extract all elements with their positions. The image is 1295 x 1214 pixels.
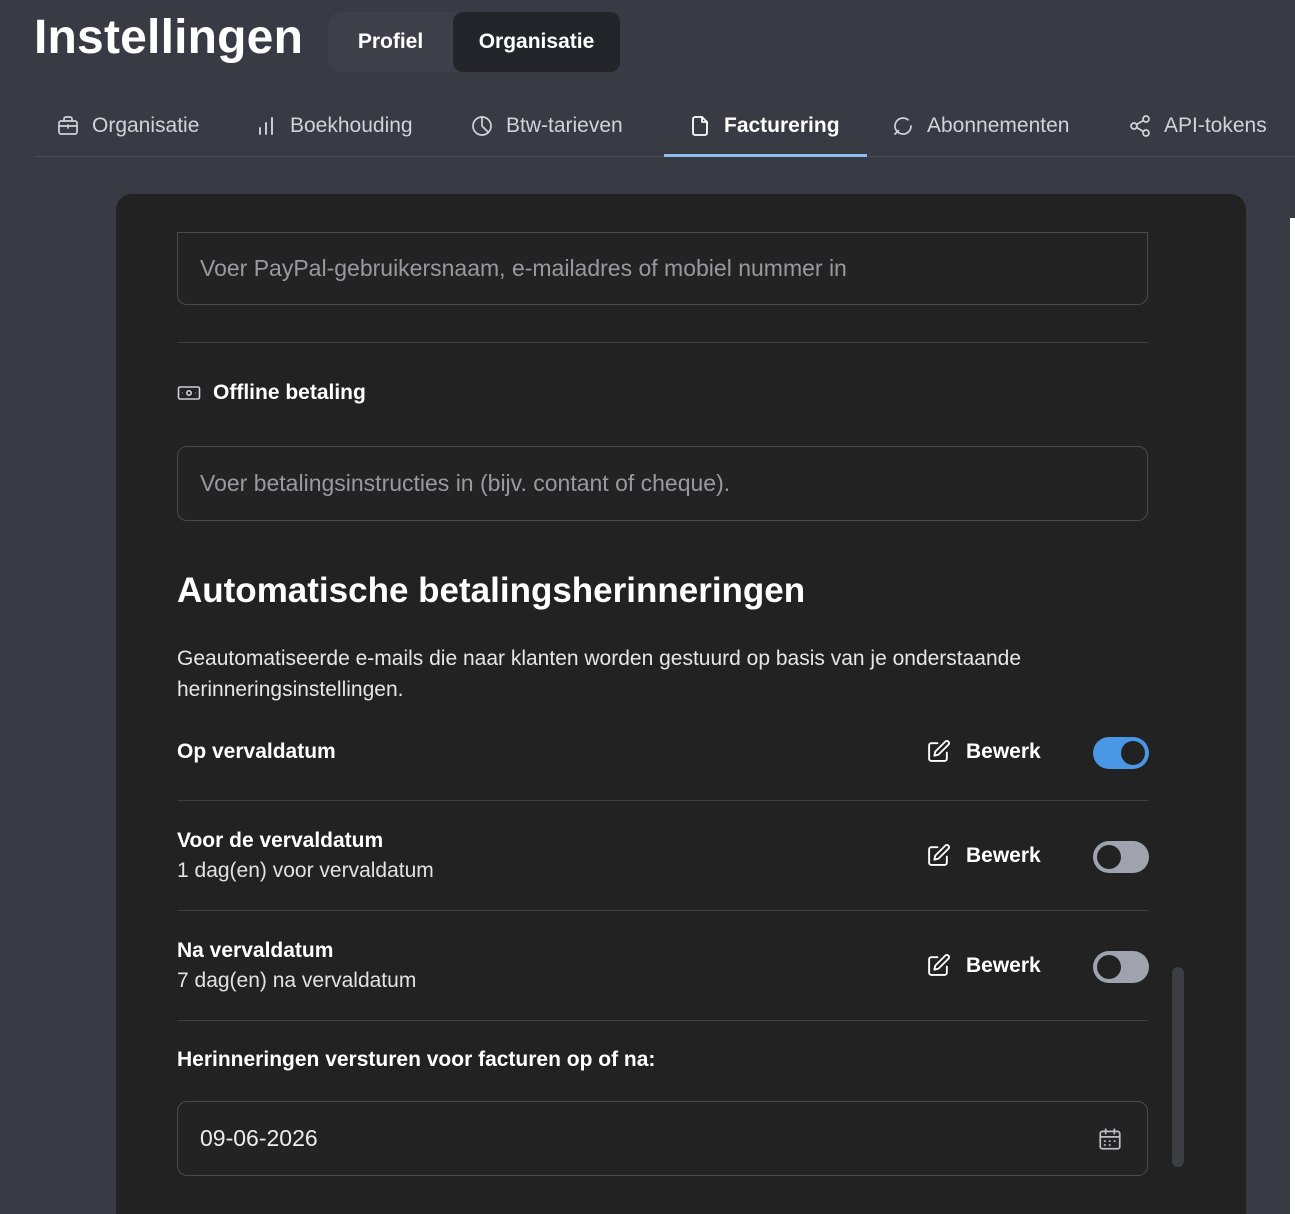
top-tab-bar: Profiel Organisatie: [328, 12, 620, 72]
divider: [177, 342, 1148, 343]
edit-label: Bewerk: [966, 843, 1041, 867]
cash-icon: [177, 386, 201, 400]
nav-tab-subscriptions[interactable]: Abonnementen: [891, 94, 1069, 157]
toggle-knob: [1121, 741, 1145, 765]
edit-reminder-button[interactable]: Bewerk: [926, 739, 1041, 764]
divider: [177, 800, 1148, 801]
reminder-title: Voor de vervaldatum: [177, 829, 384, 852]
active-tab-indicator: [664, 154, 867, 157]
nav-tab-label: Facturering: [724, 113, 840, 137]
settings-page: Instellingen Profiel Organisatie Organis…: [0, 0, 1295, 1214]
nav-tab-organisation[interactable]: Organisatie: [56, 94, 199, 157]
briefcase-icon: [58, 115, 78, 135]
offline-payment-title: Offline betaling: [213, 381, 366, 404]
reminder-toggle[interactable]: [1093, 737, 1149, 769]
date-value: 09-06-2026: [200, 1125, 318, 1151]
nav-tab-label: API-tokens: [1164, 113, 1267, 137]
share-icon: [1130, 114, 1150, 137]
edit-icon: [928, 844, 950, 866]
nav-tab-label: Btw-tarieven: [506, 113, 623, 137]
toggle-knob: [1097, 955, 1121, 979]
nav-tab-accounting[interactable]: Boekhouding: [254, 94, 413, 157]
tab-organisation[interactable]: Organisatie: [453, 12, 620, 72]
document-icon: [692, 115, 708, 136]
tab-profile[interactable]: Profiel: [328, 12, 453, 72]
offline-payment-instructions-input[interactable]: Voer betalingsinstructies in (bijv. cont…: [177, 446, 1148, 521]
nav-tab-label: Organisatie: [92, 113, 200, 137]
nav-tab-label: Abonnementen: [927, 113, 1070, 137]
divider: [177, 910, 1148, 911]
nav-tab-api-tokens[interactable]: API-tokens: [1128, 94, 1267, 157]
settings-nav-tabs: Organisatie Boekhouding Btw-tarieven Fac…: [34, 94, 1295, 157]
calendar-icon[interactable]: [1097, 1126, 1123, 1152]
edit-icon: [928, 954, 950, 976]
reminder-subtitle: 7 dag(en) na vervaldatum: [177, 969, 417, 992]
reminder-title: Op vervaldatum: [177, 740, 336, 763]
scrollbar-thumb[interactable]: [1172, 967, 1184, 1167]
edit-label: Bewerk: [966, 739, 1041, 763]
page-title: Instellingen: [34, 11, 304, 64]
reminder-toggle[interactable]: [1093, 951, 1149, 983]
reminder-toggle[interactable]: [1093, 841, 1149, 873]
page-edge: [1290, 218, 1295, 1214]
bar-chart-icon: [259, 116, 273, 135]
reminder-start-date-input[interactable]: 09-06-2026: [177, 1101, 1148, 1176]
reminders-description: Geautomatiseerde e-mails die naar klante…: [177, 647, 1022, 701]
nav-tab-label: Boekhouding: [290, 113, 413, 137]
reminder-subtitle: 1 dag(en) voor vervaldatum: [177, 859, 434, 882]
edit-reminder-button[interactable]: Bewerk: [926, 953, 1041, 978]
reminders-section-title: Automatische betalingsherinneringen: [177, 571, 806, 610]
pie-chart-icon: [472, 115, 492, 136]
nav-tab-vat-rates[interactable]: Btw-tarieven: [470, 94, 623, 157]
refresh-icon: [894, 116, 912, 135]
edit-reminder-button[interactable]: Bewerk: [926, 843, 1041, 868]
reminder-start-date-label: Herinneringen versturen voor facturen op…: [177, 1048, 656, 1071]
reminder-title: Na vervaldatum: [177, 939, 334, 962]
toggle-knob: [1097, 845, 1121, 869]
offline-payment-heading: Offline betaling: [177, 381, 366, 405]
divider: [177, 1020, 1148, 1021]
edit-icon: [928, 740, 950, 762]
paypal-account-input[interactable]: Voer PayPal-gebruikersnaam, e-mailadres …: [177, 232, 1148, 305]
edit-label: Bewerk: [966, 953, 1041, 977]
nav-tab-invoicing[interactable]: Facturering: [688, 94, 840, 157]
